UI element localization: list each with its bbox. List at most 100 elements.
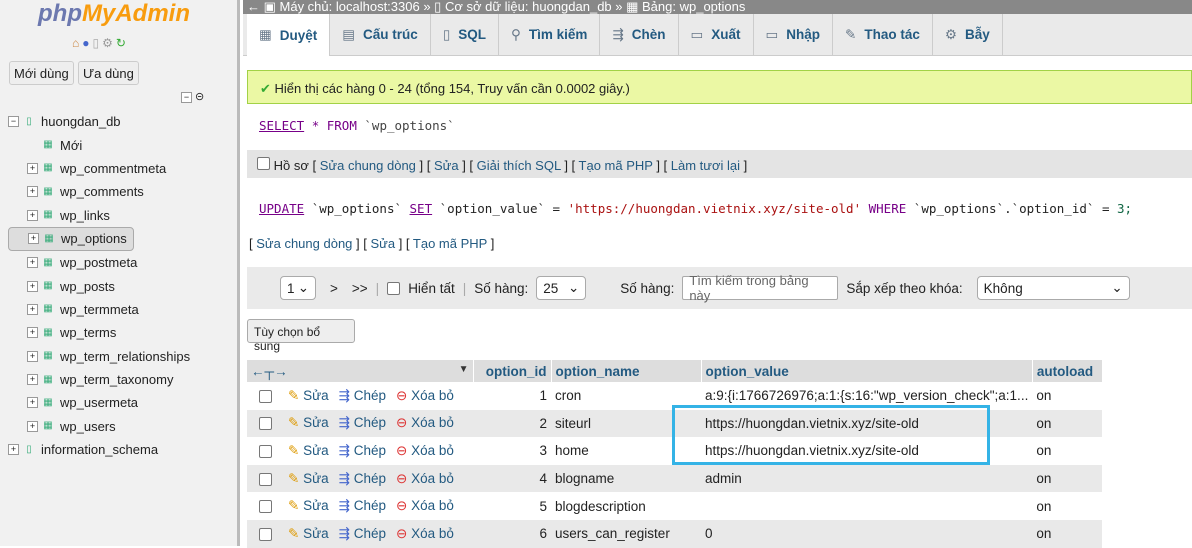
edit-link[interactable]: Sửa (434, 158, 459, 173)
crumb-server[interactable]: Máy chủ: localhost:3306 (280, 0, 420, 14)
settings-icon[interactable]: ⚙ (102, 36, 116, 50)
next-button[interactable]: > (324, 276, 344, 300)
copy-row-link[interactable]: ⇶ Chép (339, 388, 386, 403)
row-checkbox[interactable] (259, 500, 272, 514)
tree-item[interactable]: + ▦ wp_links (8, 204, 240, 227)
cell[interactable]: 6 (473, 519, 551, 548)
rows-select[interactable]: 25 ⌄ (536, 276, 587, 300)
kw[interactable]: SELECT (259, 118, 304, 133)
expand-icon[interactable]: + (27, 420, 38, 432)
copy-row-link[interactable]: ⇶ Chép (339, 415, 386, 430)
cell[interactable]: 5 (473, 492, 551, 520)
inline-edit-link[interactable]: Sửa chung dòng (256, 236, 352, 251)
tree-item[interactable]: + ▦ wp_postmeta (8, 251, 240, 274)
phpmyadmin-logo[interactable]: phpMyAdmin (38, 0, 190, 28)
tab-4[interactable]: ⇶ Chèn (600, 14, 679, 55)
column-resize-header[interactable]: ←┬→ ▼ (247, 360, 474, 382)
expand-icon[interactable]: + (28, 233, 39, 245)
expand-icon[interactable]: + (27, 303, 38, 315)
edit-row-link[interactable]: ✎ Sửa (288, 415, 329, 430)
tree-item[interactable]: + ▦ wp_term_taxonomy (8, 368, 240, 391)
edit-row-link[interactable]: ✎ Sửa (288, 498, 329, 513)
cell[interactable]: users_can_register (551, 519, 701, 548)
show-all-checkbox[interactable] (387, 281, 401, 295)
tab-5[interactable]: ▭ Xuất (679, 14, 754, 55)
tree-item[interactable]: + ▦ wp_users (8, 415, 240, 438)
cell[interactable]: on (1032, 519, 1103, 548)
row-checkbox[interactable] (259, 417, 272, 431)
cell[interactable]: on (1032, 464, 1103, 493)
cell[interactable]: admin (701, 464, 1033, 493)
row-checkbox[interactable] (259, 472, 272, 486)
expand-icon[interactable]: + (27, 209, 38, 221)
expand-icon[interactable]: + (27, 257, 38, 269)
inline-edit-link[interactable]: Sửa chung dòng (320, 158, 416, 173)
expand-icon[interactable]: + (27, 374, 38, 386)
tree-item[interactable]: + ▦ wp_options (8, 226, 134, 251)
edit-link[interactable]: Sửa (370, 236, 395, 251)
delete-row-link[interactable]: ⊖ Xóa bỏ (396, 498, 454, 513)
tree-item[interactable]: ▦ Mới (8, 133, 240, 156)
copy-row-link[interactable]: ⇶ Chép (339, 526, 386, 541)
php-code-link[interactable]: Tạo mã PHP (579, 158, 653, 173)
home-icon[interactable]: ⌂ (72, 36, 82, 50)
crumb-db[interactable]: Cơ sở dữ liệu: huongdan_db (445, 0, 612, 14)
cell[interactable]: on (1032, 382, 1103, 410)
copy-row-link[interactable]: ⇶ Chép (339, 498, 386, 513)
expand-icon[interactable]: − (8, 116, 19, 128)
tree-item[interactable]: + ▦ wp_term_relationships (8, 345, 240, 368)
filter-input[interactable]: Tìm kiếm trong bảng này (682, 273, 839, 303)
cell[interactable]: 1 (473, 382, 551, 410)
refresh-link[interactable]: Làm tươi lại (671, 158, 740, 173)
last-button[interactable]: >> (352, 281, 368, 296)
expand-icon[interactable]: + (27, 327, 38, 339)
cell[interactable]: blogdescription (551, 492, 701, 520)
copy-row-link[interactable]: ⇶ Chép (339, 471, 386, 486)
kw[interactable]: UPDATE (259, 201, 304, 216)
row-checkbox[interactable] (259, 527, 272, 541)
column-header-option_value[interactable]: option_value (701, 360, 1033, 382)
tree-item[interactable]: + ▦ wp_terms (8, 321, 240, 344)
tab-2[interactable]: ▯ SQL (431, 14, 500, 55)
expand-icon[interactable]: + (27, 397, 38, 409)
column-header-option_name[interactable]: option_name (551, 360, 702, 382)
tab-7[interactable]: ✎ Thao tác (833, 14, 933, 55)
sort-select[interactable]: Không ⌄ (976, 276, 1130, 300)
cell[interactable] (701, 492, 1033, 520)
help-icon[interactable]: ● (82, 36, 92, 50)
tree-item[interactable]: + ▦ wp_termmeta (8, 298, 240, 321)
tab-1[interactable]: ▤ Cấu trúc (330, 14, 431, 55)
row-checkbox[interactable] (259, 444, 272, 458)
edit-row-link[interactable]: ✎ Sửa (288, 471, 329, 486)
cell[interactable]: 3 (473, 437, 551, 465)
edit-row-link[interactable]: ✎ Sửa (288, 388, 329, 403)
reload-icon[interactable]: ↻ (116, 36, 129, 50)
cell[interactable]: 0 (701, 519, 1033, 548)
cell[interactable]: on (1032, 492, 1103, 520)
expand-icon[interactable]: + (27, 162, 38, 174)
kw[interactable]: SET (410, 201, 433, 216)
delete-row-link[interactable]: ⊖ Xóa bỏ (396, 471, 454, 486)
tree-item[interactable]: + ▦ wp_comments (8, 180, 240, 203)
cell[interactable]: 2 (473, 409, 551, 438)
crumb-table[interactable]: Bảng: wp_options (642, 0, 745, 14)
cell[interactable]: on (1032, 437, 1103, 465)
tree-item[interactable]: + ▦ wp_posts (8, 274, 240, 297)
delete-row-link[interactable]: ⊖ Xóa bỏ (396, 388, 454, 403)
row-checkbox[interactable] (259, 389, 272, 403)
php-code-link[interactable]: Tạo mã PHP (413, 236, 487, 251)
tree-item[interactable]: − ▯ huongdan_db (8, 110, 240, 133)
column-header-autoload[interactable]: autoload (1032, 360, 1103, 382)
cell[interactable]: blogname (551, 464, 701, 493)
expand-icon[interactable]: + (27, 350, 38, 362)
cell[interactable]: 4 (473, 464, 551, 493)
explain-link[interactable]: Giải thích SQL (477, 158, 561, 173)
edit-row-link[interactable]: ✎ Sửa (288, 526, 329, 541)
tab-0[interactable]: ▦ Duyệt (247, 14, 331, 56)
tree-item[interactable]: + ▦ wp_usermeta (8, 391, 240, 414)
tree-item[interactable]: + ▦ wp_commentmeta (8, 157, 240, 180)
copy-row-link[interactable]: ⇶ Chép (339, 443, 386, 458)
collapse-link-icons[interactable]: − ⊝ (181, 90, 204, 103)
tree-item[interactable]: + ▯ information_schema (8, 438, 240, 461)
favorites-button[interactable]: Ưa dùng (78, 61, 139, 85)
